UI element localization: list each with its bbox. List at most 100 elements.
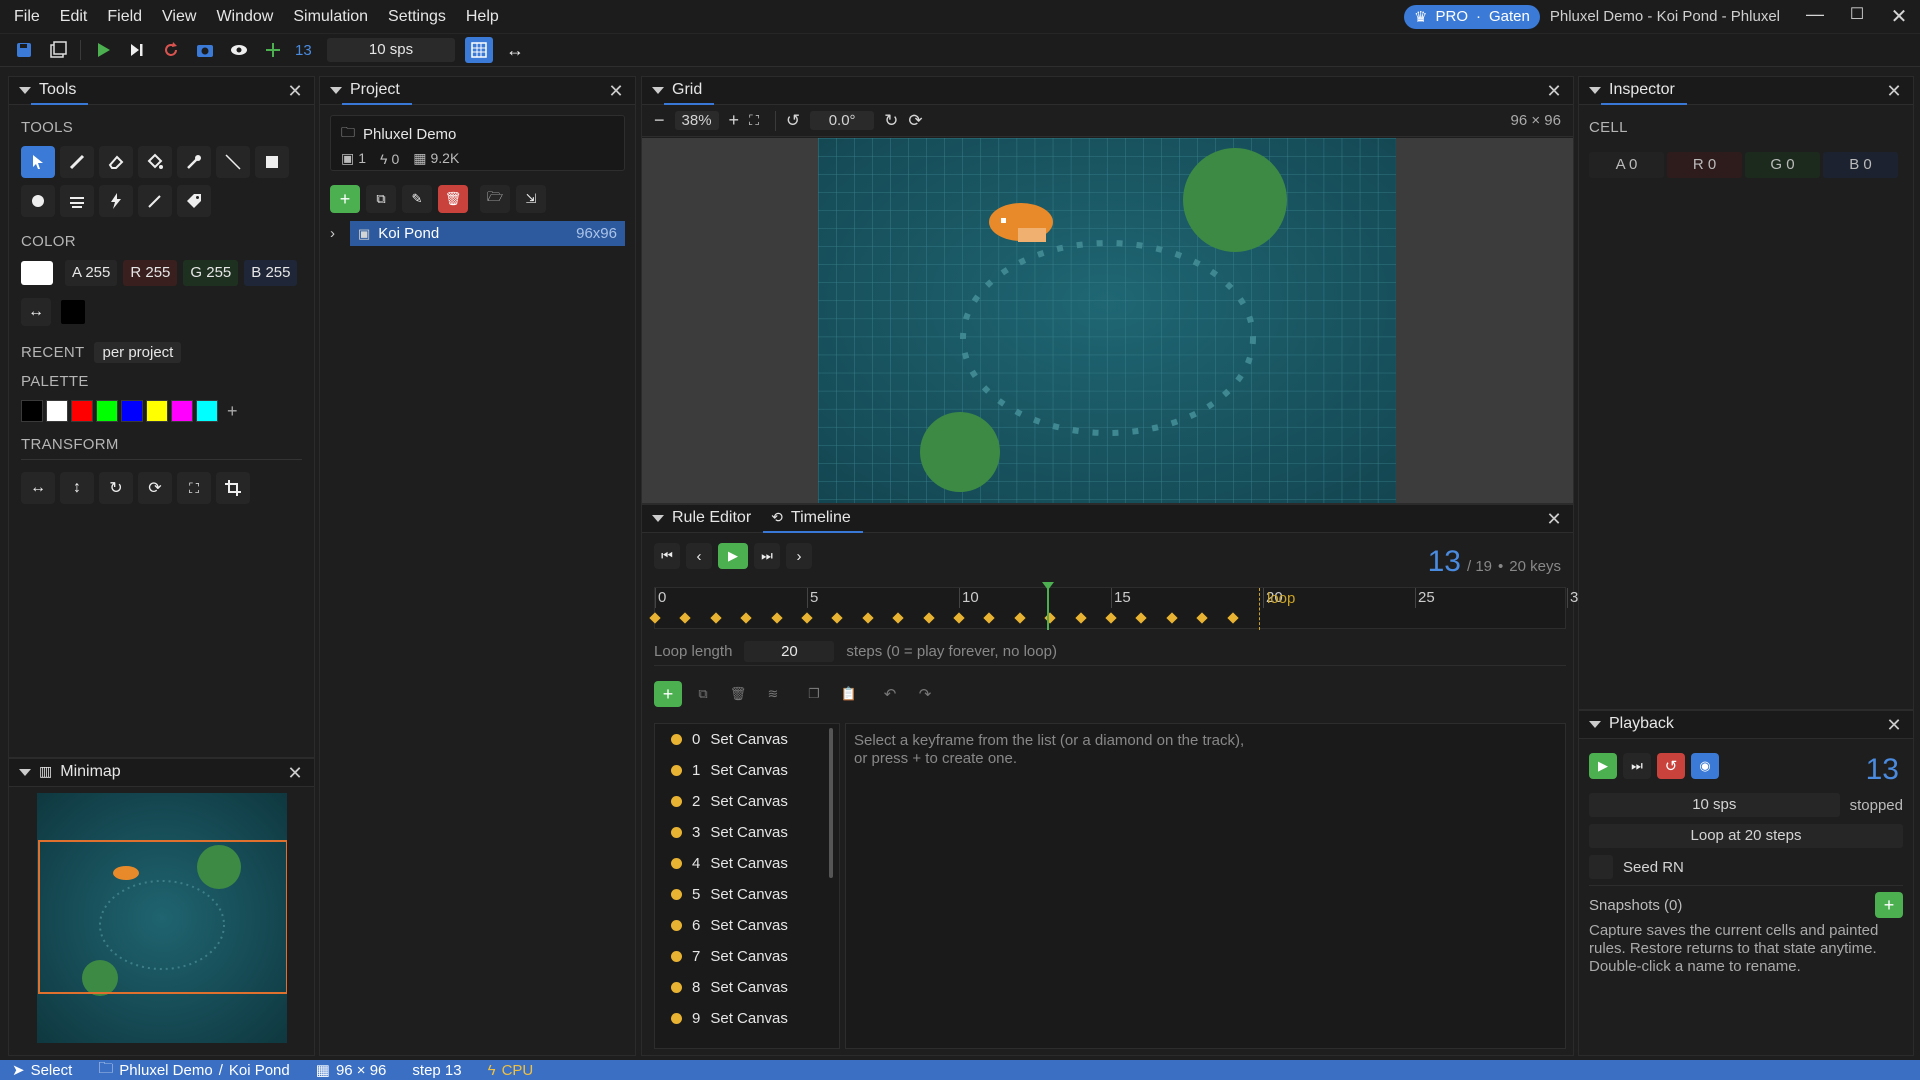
red-channel[interactable]: R 255	[123, 260, 178, 286]
collapse-caret-icon[interactable]	[19, 769, 31, 776]
window-close-icon[interactable]: ✕	[1878, 4, 1920, 29]
import-icon[interactable]: ⇲	[516, 185, 546, 213]
keyframe-diamond[interactable]	[892, 612, 904, 624]
chevron-right-icon[interactable]: ›	[330, 225, 350, 242]
fit-view-icon[interactable]: ⛶	[749, 112, 759, 129]
keyframe-diamond[interactable]	[1166, 612, 1178, 624]
tab-timeline[interactable]: ⟲ Timeline	[763, 505, 863, 533]
timeline-play-icon[interactable]: ▶	[718, 543, 748, 569]
copy-icon[interactable]: ❐	[800, 681, 828, 707]
close-icon[interactable]: ✕	[1545, 82, 1563, 100]
keyframe-diamond[interactable]	[770, 612, 783, 624]
tag-tool-icon[interactable]	[177, 185, 211, 217]
tab-minimap[interactable]: ▥ Minimap	[31, 759, 133, 787]
tab-playback[interactable]: Playback	[1601, 711, 1686, 739]
collapse-caret-icon[interactable]	[652, 87, 664, 94]
flip-vertical-icon[interactable]: ↕	[60, 472, 94, 504]
keyframe-list-item[interactable]: 4 Set Canvas	[655, 848, 839, 879]
close-icon[interactable]: ✕	[286, 764, 304, 782]
keyframe-list-item[interactable]: 8 Set Canvas	[655, 972, 839, 1003]
green-channel[interactable]: G 255	[183, 260, 239, 286]
edit-icon[interactable]: ✎	[402, 185, 432, 213]
secondary-color-swatch[interactable]	[61, 300, 85, 324]
brush-tool-icon[interactable]	[138, 185, 172, 217]
close-icon[interactable]: ✕	[286, 82, 304, 100]
blue-channel[interactable]: B 255	[244, 260, 298, 286]
keyframe-list-item[interactable]: 9 Set Canvas	[655, 1003, 839, 1034]
loop-setting[interactable]: Loop at 20 steps	[1589, 824, 1903, 848]
redo-icon[interactable]: ↷	[911, 681, 939, 707]
ellipse-tool-icon[interactable]	[21, 185, 55, 217]
grid-toggle-icon[interactable]	[465, 37, 493, 63]
alpha-channel[interactable]: A 255	[65, 260, 118, 286]
keyframe-list-item[interactable]: 0 Set Canvas	[655, 724, 839, 755]
grid-canvas[interactable]	[818, 138, 1396, 503]
close-icon[interactable]: ✕	[1885, 82, 1903, 100]
step-icon[interactable]: ⏭	[754, 543, 780, 569]
palette-swatch[interactable]	[121, 400, 143, 422]
keyframe-list-item[interactable]: 1 Set Canvas	[655, 755, 839, 786]
menu-item-edit[interactable]: Edit	[50, 0, 98, 34]
step-forward-icon[interactable]	[125, 38, 149, 62]
playback-reset-icon[interactable]: ↺	[1657, 753, 1685, 779]
keyframe-diamond[interactable]	[740, 612, 752, 624]
skip-to-start-icon[interactable]: ⏮	[654, 543, 680, 569]
palette-swatch[interactable]	[196, 400, 218, 422]
add-palette-color-icon[interactable]: +	[227, 401, 238, 422]
rect-tool-icon[interactable]	[255, 146, 289, 178]
add-snapshot-button[interactable]: +	[1875, 892, 1903, 918]
new-item-button[interactable]: +	[330, 185, 360, 213]
keyframe-list-scrollbar[interactable]	[829, 728, 833, 878]
keyframe-list-item[interactable]: 2 Set Canvas	[655, 786, 839, 817]
collapse-caret-icon[interactable]	[1589, 87, 1601, 94]
keyframe-diamond[interactable]	[983, 612, 996, 624]
save-icon[interactable]	[12, 38, 36, 62]
next-icon[interactable]: ›	[786, 543, 812, 569]
collapse-caret-icon[interactable]	[330, 87, 342, 94]
current-color-swatch[interactable]	[21, 261, 53, 285]
collapse-caret-icon[interactable]	[652, 515, 664, 522]
gradient-tool-icon[interactable]	[60, 185, 94, 217]
undo-icon[interactable]: ↶	[876, 681, 904, 707]
keyframe-diamond[interactable]	[1135, 612, 1148, 624]
reset-rotation-icon[interactable]: ⟳	[908, 111, 922, 131]
previous-icon[interactable]: ‹	[686, 543, 712, 569]
add-icon[interactable]	[261, 38, 285, 62]
menu-item-settings[interactable]: Settings	[378, 0, 456, 34]
crop-icon[interactable]	[216, 472, 250, 504]
camera-icon[interactable]	[193, 38, 217, 62]
close-icon[interactable]: ✕	[1545, 510, 1563, 528]
keyframe-list-item[interactable]: 6 Set Canvas	[655, 910, 839, 941]
menu-item-field[interactable]: Field	[97, 0, 152, 34]
play-icon[interactable]	[91, 38, 115, 62]
zoom-out-icon[interactable]: −	[654, 110, 665, 131]
rotate-cw-icon[interactable]: ↻	[99, 472, 133, 504]
layers-icon[interactable]: ≋	[759, 681, 787, 707]
collapse-caret-icon[interactable]	[1589, 721, 1601, 728]
playback-play-icon[interactable]: ▶	[1589, 753, 1617, 779]
playback-sps-field[interactable]: 10 sps	[1589, 793, 1840, 817]
loop-marker[interactable]	[1259, 588, 1260, 630]
add-keyframe-button[interactable]: +	[654, 681, 682, 707]
toolbar-sps-field[interactable]: 10 sps	[327, 38, 455, 62]
palette-swatch[interactable]	[21, 400, 43, 422]
rotate-180-icon[interactable]: ⟳	[138, 472, 172, 504]
palette-swatch[interactable]	[71, 400, 93, 422]
keyframe-diamond[interactable]	[801, 612, 813, 624]
project-tree-item-koi-pond[interactable]: › ▣ Koi Pond 96x96	[330, 221, 625, 246]
swap-arrows-icon[interactable]: ↔	[503, 38, 527, 62]
bucket-fill-tool-icon[interactable]	[138, 146, 172, 178]
keyframe-diamond[interactable]	[953, 612, 965, 624]
rotate-right-icon[interactable]: ↻	[884, 111, 898, 131]
reset-icon[interactable]	[159, 38, 183, 62]
lightning-tool-icon[interactable]	[99, 185, 133, 217]
delete-keyframe-icon[interactable]: 🗑	[724, 681, 752, 707]
delete-icon[interactable]: 🗑	[438, 185, 468, 213]
zoom-level[interactable]: 38%	[674, 111, 719, 130]
tab-project[interactable]: Project	[342, 77, 412, 105]
eyedropper-tool-icon[interactable]	[177, 146, 211, 178]
fit-icon[interactable]: ⛶	[177, 472, 211, 504]
zoom-in-icon[interactable]: +	[729, 110, 740, 131]
timeline-track[interactable]: 0 5 10 15 20 25 3 loop	[649, 582, 1578, 630]
keyframe-diamond[interactable]	[649, 612, 661, 624]
